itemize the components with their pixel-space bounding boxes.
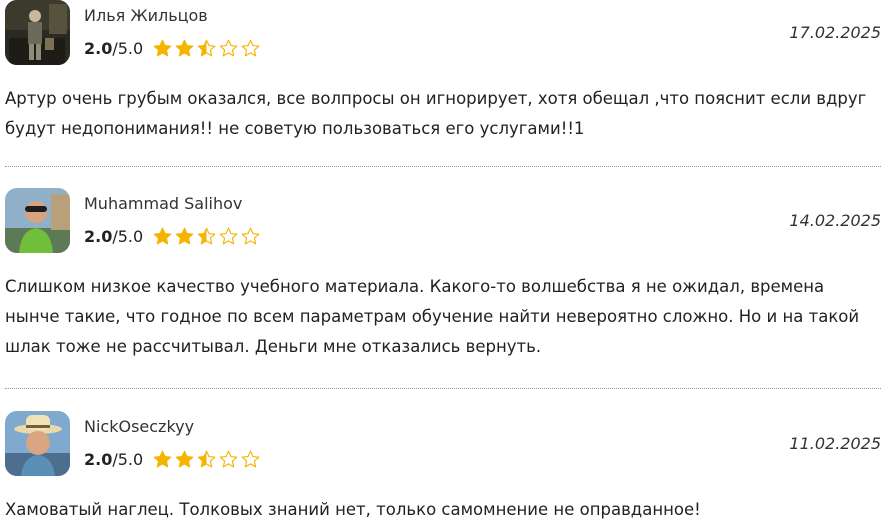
avatar[interactable] (5, 188, 70, 253)
review-header: NickOseczkyy 2.0 /5.0 11.02.2025 (0, 411, 887, 481)
star-half-icon (197, 39, 216, 57)
rating-value: 2.0 (84, 227, 113, 246)
review-card: NickOseczkyy 2.0 /5.0 11.02.2025 Хамоват… (0, 411, 887, 519)
review-text: Хамоватый наглец. Толковых знаний нет, т… (5, 500, 701, 519)
star-full-icon (175, 450, 194, 468)
review-text: Слишком низкое качество учебного материа… (5, 277, 860, 356)
star-full-icon (153, 450, 172, 468)
star-rating (152, 449, 261, 470)
review-author[interactable]: NickOseczkyy (84, 417, 194, 436)
star-empty-icon (219, 39, 238, 57)
star-empty-icon (219, 227, 238, 245)
review-author[interactable]: Muhammad Salihov (84, 194, 242, 213)
rating: 2.0 /5.0 (84, 38, 261, 59)
review-text: Артур очень грубым оказался, все волпрос… (5, 89, 867, 138)
user-photo-icon (5, 188, 70, 253)
user-photo-icon (5, 411, 70, 476)
rating-max: /5.0 (112, 39, 144, 58)
star-empty-icon (219, 450, 238, 468)
rating-value: 2.0 (84, 450, 113, 469)
review-date: 17.02.2025 (789, 23, 881, 42)
avatar[interactable] (5, 411, 70, 476)
review-date: 14.02.2025 (789, 211, 881, 230)
review-date: 11.02.2025 (789, 434, 881, 453)
star-full-icon (175, 227, 194, 245)
star-empty-icon (241, 450, 260, 468)
rating-max: /5.0 (112, 227, 144, 246)
divider (5, 388, 881, 389)
rating: 2.0 /5.0 (84, 226, 261, 247)
star-rating (152, 38, 261, 59)
divider (5, 166, 881, 167)
star-rating (152, 226, 261, 247)
star-full-icon (153, 39, 172, 57)
review-header: Muhammad Salihov 2.0 /5.0 14.02.2025 (0, 188, 887, 258)
star-half-icon (197, 227, 216, 245)
rating: 2.0 /5.0 (84, 449, 261, 470)
star-half-icon (197, 450, 216, 468)
star-empty-icon (241, 227, 260, 245)
star-empty-icon (241, 39, 260, 57)
review-author[interactable]: Илья Жильцов (84, 6, 208, 25)
rating-value: 2.0 (84, 39, 113, 58)
avatar[interactable] (5, 0, 70, 65)
user-photo-icon (5, 0, 70, 65)
review-header: Илья Жильцов 2.0 /5.0 17.02.2025 (0, 0, 887, 70)
review-card: Muhammad Salihov 2.0 /5.0 14.02.2025 Сли… (0, 188, 887, 356)
star-full-icon (153, 227, 172, 245)
star-full-icon (175, 39, 194, 57)
rating-max: /5.0 (112, 450, 144, 469)
review-card: Илья Жильцов 2.0 /5.0 17.02.2025 Артур о… (0, 0, 887, 138)
